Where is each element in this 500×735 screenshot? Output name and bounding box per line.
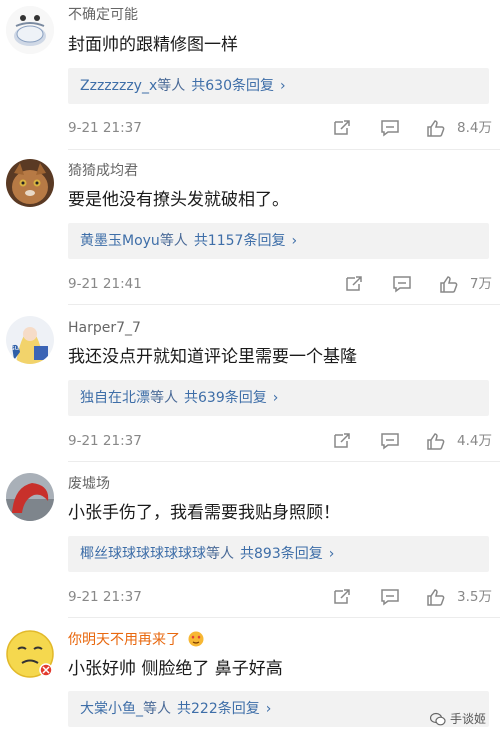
thumbs-up-icon[interactable]: [426, 588, 446, 606]
like-count: 7万: [469, 276, 492, 292]
chevron-right-icon: ›: [328, 546, 335, 562]
timestamp: 9-21 21:37: [68, 589, 142, 605]
reply-names[interactable]: 大棠小鱼_: [80, 701, 143, 717]
wechat-icon: [429, 712, 446, 725]
divider: [68, 149, 500, 150]
comment-text: 小张手伤了，我看需要我贴身照顾！: [68, 503, 340, 523]
avatar[interactable]: [6, 630, 54, 678]
reply-names[interactable]: Zzzzzzzy_x: [80, 78, 157, 94]
divider: [68, 461, 500, 462]
username-text[interactable]: 你明天不用再来了: [68, 632, 180, 648]
reply-count[interactable]: 共222条回复: [177, 701, 260, 717]
chevron-right-icon: ›: [291, 233, 298, 249]
reply-suffix: 等人: [157, 78, 186, 94]
reply-count[interactable]: 共639条回复: [184, 390, 267, 406]
divider: [68, 617, 500, 618]
reply-names[interactable]: 独自在北漂: [80, 390, 150, 406]
username[interactable]: 猗猗成均君: [68, 162, 138, 180]
comment-text: 封面帅的跟精修图一样: [68, 35, 238, 55]
comment-text: 要是他没有撩头发就破相了。: [68, 190, 289, 210]
comment-meta: 9-21 21:37 4.4万: [68, 430, 492, 452]
like-count: 8.4万: [457, 120, 492, 136]
avatar[interactable]: [6, 159, 54, 207]
reply-names[interactable]: 黄墨玉Moyu: [80, 233, 160, 249]
reply-summary[interactable]: 独自在北漂等人 共639条回复 ›: [68, 380, 489, 416]
reply-count[interactable]: 共1157条回复: [194, 233, 286, 249]
share-icon[interactable]: [332, 119, 352, 137]
like-count: 4.4万: [457, 433, 492, 449]
reply-names[interactable]: 椰丝球球球球球球球: [80, 546, 206, 562]
username[interactable]: 你明天不用再来了: [68, 631, 204, 649]
svg-text:su: su: [11, 344, 19, 352]
username[interactable]: 废墟场: [68, 475, 110, 493]
thumbs-up-icon[interactable]: [426, 119, 446, 137]
comment-icon[interactable]: [380, 432, 400, 450]
like-count: 3.5万: [457, 589, 492, 605]
share-icon[interactable]: [332, 588, 352, 606]
chevron-right-icon: ›: [272, 390, 279, 406]
avatar[interactable]: su: [6, 316, 54, 364]
comment-meta: 9-21 21:37 3.5万: [68, 586, 492, 608]
reply-suffix: 等人: [206, 546, 234, 562]
comment-text: 小张好帅 侧脸绝了 鼻子好高: [68, 659, 283, 679]
love-emoji-icon: [188, 631, 204, 647]
chevron-right-icon: ›: [280, 78, 286, 94]
avatar[interactable]: [6, 6, 54, 54]
comment-text: 我还没点开就知道评论里需要一个基隆: [68, 347, 357, 367]
reply-suffix: 等人: [143, 701, 171, 717]
timestamp: 9-21 21:37: [68, 120, 142, 136]
comment-meta: 9-21 21:41 7万: [68, 273, 492, 295]
reply-count[interactable]: 共630条回复: [191, 78, 274, 94]
thumbs-up-icon[interactable]: [426, 432, 446, 450]
comment-icon[interactable]: [380, 588, 400, 606]
reply-summary[interactable]: 大棠小鱼_等人 共222条回复 ›: [68, 691, 489, 727]
reply-summary[interactable]: 椰丝球球球球球球球等人 共893条回复 ›: [68, 536, 489, 572]
share-icon[interactable]: [332, 432, 352, 450]
reply-suffix: 等人: [159, 233, 188, 249]
comment-icon[interactable]: [392, 275, 412, 293]
share-icon[interactable]: [344, 275, 364, 293]
username[interactable]: 不确定可能: [68, 6, 138, 24]
timestamp: 9-21 21:37: [68, 433, 142, 449]
watermark-text: 手谈姬: [449, 712, 486, 726]
reply-suffix: 等人: [150, 390, 178, 406]
timestamp: 9-21 21:41: [68, 276, 142, 292]
reply-count[interactable]: 共893条回复: [240, 546, 323, 562]
reply-summary[interactable]: Zzzzzzzy_x等人 共630条回复 ›: [68, 68, 489, 104]
avatar[interactable]: [6, 473, 54, 521]
thumbs-up-icon[interactable]: [439, 275, 459, 293]
reply-summary[interactable]: 黄墨玉Moyu等人 共1157条回复 ›: [68, 223, 489, 259]
watermark: 手谈姬: [429, 710, 486, 727]
username[interactable]: Harper7_7: [68, 319, 141, 337]
divider: [68, 304, 500, 305]
chevron-right-icon: ›: [265, 701, 272, 717]
comment-meta: 9-21 21:37 8.4万: [68, 117, 492, 139]
comment-icon[interactable]: [380, 119, 400, 137]
